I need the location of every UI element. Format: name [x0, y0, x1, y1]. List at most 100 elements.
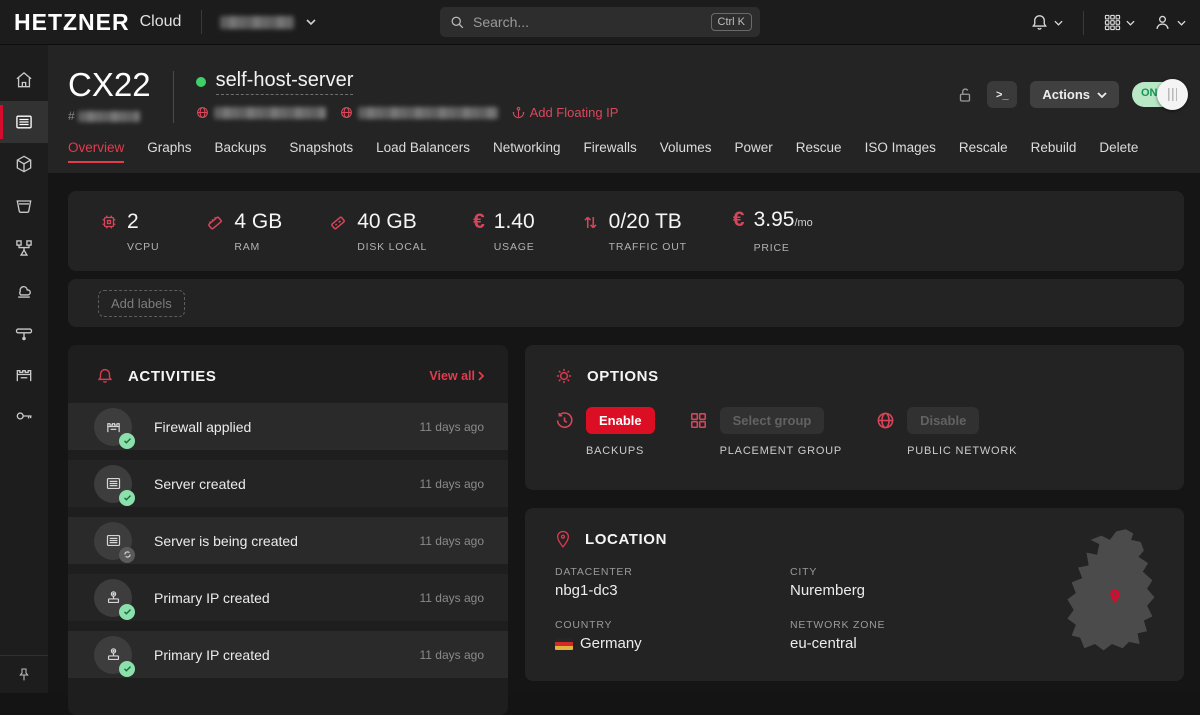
sidebar-item-home[interactable] — [0, 59, 48, 101]
power-toggle[interactable]: ON — [1132, 82, 1184, 107]
navbar-right — [1030, 0, 1186, 45]
apps-menu[interactable] — [1104, 14, 1135, 31]
activity-row[interactable]: Primary IP created 11 days ago — [68, 631, 508, 678]
tab-volumes[interactable]: Volumes — [660, 140, 712, 167]
activities-card: ACTIVITIES View all Firewall applied 11 … — [68, 345, 508, 715]
tab-graphs[interactable]: Graphs — [147, 140, 191, 167]
home-icon — [14, 70, 34, 90]
sidebar-item-volumes[interactable] — [0, 185, 48, 227]
ram-icon — [205, 210, 225, 253]
location-title: LOCATION — [585, 531, 667, 548]
tab-load-balancers[interactable]: Load Balancers — [376, 140, 470, 167]
chevron-right-icon — [478, 371, 484, 381]
activity-row[interactable]: Firewall applied 11 days ago — [68, 403, 508, 450]
success-badge — [119, 604, 135, 620]
tab-power[interactable]: Power — [735, 140, 773, 167]
activity-time: 11 days ago — [420, 477, 485, 491]
activity-avatar — [94, 636, 132, 674]
activity-time: 11 days ago — [420, 591, 485, 605]
lock-button[interactable] — [956, 85, 974, 105]
tab-firewalls[interactable]: Firewalls — [583, 140, 636, 167]
anchor-icon — [512, 106, 525, 119]
toggle-knob — [1157, 79, 1188, 110]
status-running-dot — [196, 77, 206, 87]
global-search[interactable]: Ctrl K — [440, 7, 760, 37]
tab-rescue[interactable]: Rescue — [796, 140, 842, 167]
shortcut-badge: Ctrl K — [711, 13, 753, 31]
primary-ip-icon — [105, 646, 122, 663]
map-marker-icon — [1108, 588, 1122, 605]
activity-title: Firewall applied — [154, 419, 251, 435]
console-button[interactable]: >_ — [987, 81, 1017, 108]
field-value: Nuremberg — [790, 582, 885, 599]
activity-avatar — [94, 408, 132, 446]
germany-map — [1054, 526, 1170, 662]
chevron-down-icon — [1054, 20, 1063, 26]
price-unit: /mo — [794, 217, 812, 229]
success-badge — [119, 661, 135, 677]
project-selector[interactable] — [220, 16, 316, 29]
activity-row[interactable]: Server created 11 days ago — [68, 460, 508, 507]
add-floating-ip-link[interactable]: Add Floating IP — [512, 105, 619, 120]
stat-label: RAM — [234, 241, 282, 253]
sidebar-item-security[interactable] — [0, 395, 48, 437]
tab-iso-images[interactable]: ISO Images — [865, 140, 936, 167]
tab-backups[interactable]: Backups — [215, 140, 267, 167]
firewall-icon — [105, 418, 122, 435]
chevron-down-icon — [306, 19, 316, 25]
stat-label: USAGE — [494, 241, 535, 253]
field-city: CITY Nuremberg — [790, 566, 885, 599]
actions-button[interactable]: Actions — [1030, 81, 1119, 108]
field-datacenter: DATACENTER nbg1-dc3 — [555, 566, 790, 599]
left-sidebar — [0, 45, 48, 693]
server-type: CX22 — [68, 67, 151, 103]
divider — [201, 10, 202, 34]
tab-networking[interactable]: Networking — [493, 140, 561, 167]
location-fields: DATACENTER nbg1-dc3 CITY Nuremberg COUNT… — [555, 566, 885, 652]
activity-time: 11 days ago — [420, 648, 485, 662]
tab-overview[interactable]: Overview — [68, 140, 124, 167]
pin-icon — [16, 667, 32, 683]
tab-snapshots[interactable]: Snapshots — [289, 140, 353, 167]
server-id: # — [68, 109, 151, 123]
view-all-link[interactable]: View all — [429, 369, 484, 383]
activity-title: Primary IP created — [154, 590, 270, 606]
add-labels-button[interactable]: Add labels — [98, 290, 185, 317]
sidebar-item-images[interactable] — [0, 143, 48, 185]
disk-icon — [328, 210, 348, 253]
sidebar-item-servers[interactable] — [0, 101, 48, 143]
select-group-button[interactable]: Select group — [720, 407, 825, 434]
blurred-project-name — [220, 16, 294, 29]
enable-backups-button[interactable]: Enable — [586, 407, 655, 434]
notifications-menu[interactable] — [1030, 13, 1063, 32]
tab-rebuild[interactable]: Rebuild — [1031, 140, 1077, 167]
cube-icon — [14, 154, 34, 174]
option-placement-group: Select group PLACEMENT GROUP — [689, 407, 842, 457]
search-input[interactable] — [473, 14, 711, 30]
activity-row[interactable]: Server is being created 11 days ago — [68, 517, 508, 564]
option-label: BACKUPS — [586, 445, 655, 457]
tab-delete[interactable]: Delete — [1099, 140, 1138, 167]
tab-rescale[interactable]: Rescale — [959, 140, 1008, 167]
sidebar-item-networks[interactable] — [0, 311, 48, 353]
stat-label: VCPU — [127, 241, 159, 253]
labels-card: Add labels — [68, 279, 1184, 327]
globe-icon — [340, 106, 353, 119]
user-menu[interactable] — [1153, 13, 1186, 32]
primary-ip-icon — [105, 589, 122, 606]
server-icon — [14, 112, 34, 132]
server-name-editable[interactable]: self-host-server — [216, 69, 354, 95]
stat-value: 1.40 — [494, 210, 535, 234]
activity-row[interactable]: Primary IP created 11 days ago — [68, 574, 508, 621]
success-badge — [119, 490, 135, 506]
pin-sidebar-button[interactable] — [0, 655, 48, 693]
sidebar-item-load-balancers[interactable] — [0, 227, 48, 269]
activity-time: 11 days ago — [420, 420, 485, 434]
sidebar-item-firewalls[interactable] — [0, 353, 48, 395]
network-icon — [14, 322, 34, 342]
disable-public-network-button[interactable]: Disable — [907, 407, 979, 434]
sidebar-item-floating-ips[interactable] — [0, 269, 48, 311]
unlock-icon — [956, 85, 974, 105]
option-backups: Enable BACKUPS — [555, 407, 655, 457]
bell-icon — [1030, 13, 1049, 32]
